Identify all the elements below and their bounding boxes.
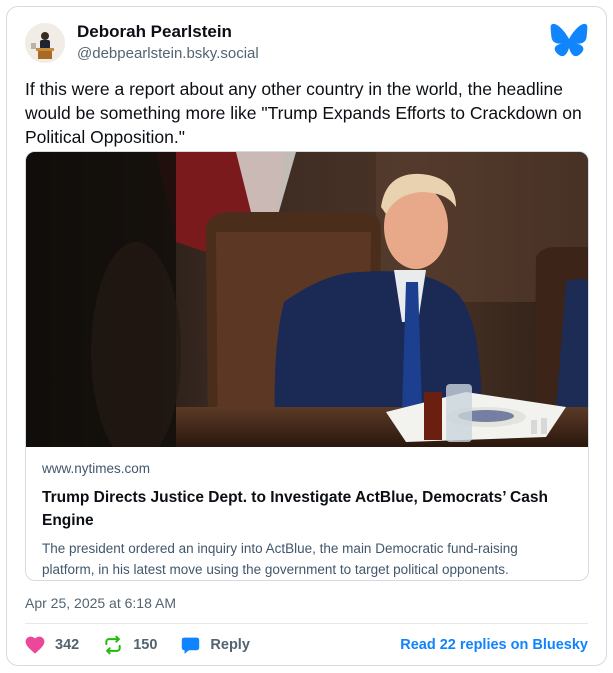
author-names: Deborah Pearlstein @debpearlstein.bsky.s… — [77, 21, 259, 65]
heart-icon — [25, 636, 45, 654]
like-count: 342 — [55, 637, 80, 653]
read-replies-link[interactable]: Read 22 replies on Bluesky — [400, 637, 588, 653]
reply-button[interactable]: Reply — [181, 636, 250, 655]
link-card[interactable]: www.nytimes.com Trump Directs Justice De… — [25, 151, 589, 581]
link-domain: www.nytimes.com — [42, 461, 151, 476]
repost-button[interactable]: 150 — [103, 635, 157, 655]
repost-icon — [105, 635, 121, 655]
link-description: The president ordered an inquiry into Ac… — [42, 541, 518, 577]
link-title: Trump Directs Justice Dept. to Investiga… — [42, 489, 548, 529]
author-handle[interactable]: @debpearlstein.bsky.social — [77, 43, 259, 65]
like-button[interactable]: 342 — [25, 636, 79, 654]
post-timestamp[interactable]: Apr 25, 2025 at 6:18 AM — [25, 595, 176, 611]
avatar[interactable] — [25, 23, 65, 63]
avatar-portrait-icon — [25, 23, 65, 63]
post-header: Deborah Pearlstein @debpearlstein.bsky.s… — [25, 19, 588, 69]
link-card-meta: www.nytimes.com Trump Directs Justice De… — [42, 460, 572, 580]
post-actions: 342 150 Reply Read 22 replies on Bluesky — [25, 631, 588, 659]
bluesky-butterfly-icon[interactable] — [550, 23, 588, 57]
repost-count: 150 — [133, 637, 158, 653]
divider — [25, 623, 588, 624]
reply-label: Reply — [210, 637, 250, 653]
post-text: If this were a report about any other co… — [25, 79, 582, 147]
speech-bubble-icon — [182, 637, 200, 654]
article-thumbnail-image — [26, 152, 588, 447]
post-card: Deborah Pearlstein @debpearlstein.bsky.s… — [6, 6, 607, 666]
author-display-name[interactable]: Deborah Pearlstein — [77, 21, 259, 43]
